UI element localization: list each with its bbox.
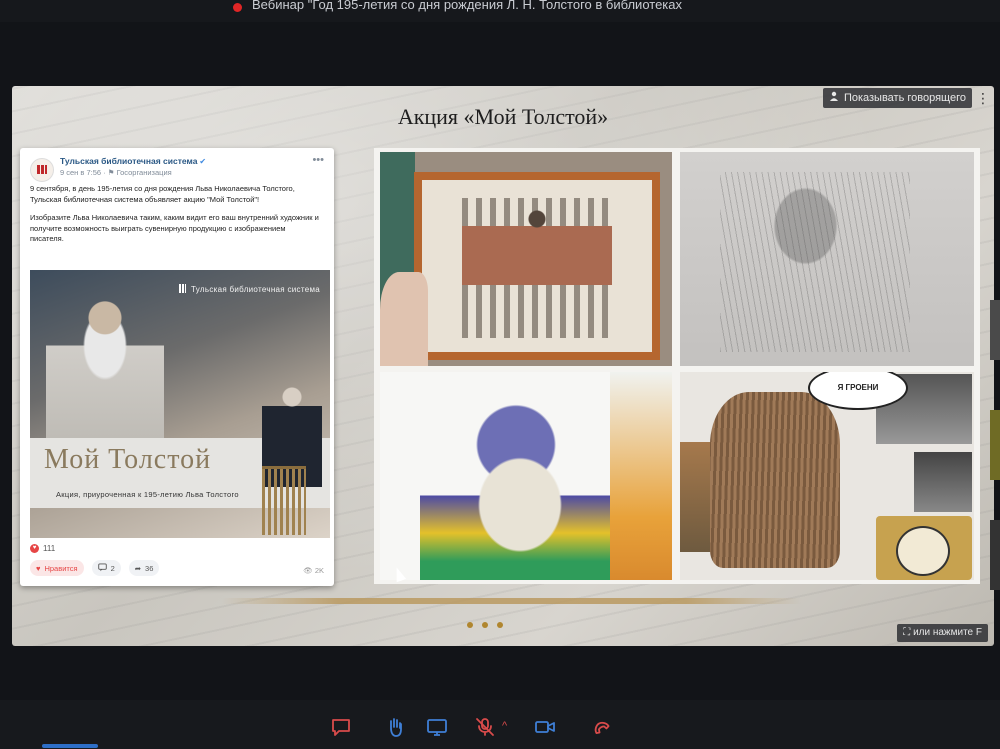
participant-thumbnail[interactable] — [990, 410, 1000, 480]
fullscreen-hint-label: или нажмите F — [913, 627, 982, 638]
image-title: Мой Толстой — [44, 444, 212, 475]
more-options-icon[interactable]: ⋮ — [976, 88, 990, 108]
picture-frame — [414, 172, 660, 360]
participant-thumbnail[interactable] — [990, 520, 1000, 590]
post-paragraph: 9 сентября, в день 195-летия со дня рожд… — [30, 184, 295, 204]
views-count: 👁 2K — [303, 566, 324, 575]
call-controls-bar: ^ — [0, 700, 1000, 749]
post-menu-icon[interactable]: ••• — [312, 154, 324, 166]
fullscreen-icon: ⛶ — [903, 627, 914, 638]
share-icon: ➦ — [134, 563, 142, 573]
slide-pager — [467, 622, 503, 628]
comments-count: 2 — [110, 563, 115, 573]
post-actions: ♥ Нравится 2 ➦ 36 — [30, 560, 160, 576]
person-icon — [829, 88, 839, 108]
wicker-chair — [262, 466, 306, 535]
screen-share-icon[interactable] — [426, 716, 448, 738]
framed-photo — [914, 452, 972, 512]
pager-dot[interactable] — [482, 622, 488, 628]
artwork-gallery: Я ГРОЕНИ — [374, 148, 980, 584]
post-author-name: Тульская библиотечная система — [60, 156, 198, 166]
like-label: Нравится — [44, 563, 78, 573]
eye-icon: 👁 — [303, 566, 315, 575]
comment-button[interactable]: 2 — [91, 560, 121, 576]
views-count-value: 2K — [314, 566, 324, 575]
pager-dot[interactable] — [497, 622, 503, 628]
heart-icon: ♥ — [36, 563, 41, 573]
like-button[interactable]: ♥ Нравится — [30, 560, 84, 576]
decorative-divider — [222, 598, 802, 604]
flag-icon: · ⚑ — [103, 168, 117, 177]
recording-indicator-icon — [233, 3, 242, 12]
camera-icon[interactable] — [534, 716, 556, 738]
leave-call-icon[interactable] — [590, 716, 612, 738]
post-meta: 9 сен в 7:56 · ⚑ Госорганизация — [60, 168, 172, 177]
comment-icon — [97, 562, 107, 574]
reactions-count: 111 — [43, 544, 56, 553]
social-post-card: Тульская библиотечная система ✔ 9 сен в 7… — [20, 148, 334, 586]
post-text: 9 сентября, в день 195-летия со дня рожд… — [30, 184, 320, 253]
post-author[interactable]: Тульская библиотечная система ✔ — [60, 156, 206, 166]
hand-shape — [380, 272, 428, 366]
webinar-title: Вебинар "Год 195-летия со дня рождения Л… — [252, 0, 683, 12]
gallery-photo-embroidery[interactable] — [380, 152, 672, 366]
post-paragraph: Изобразите Льва Николаевича таким, каким… — [30, 213, 319, 243]
raise-hand-icon[interactable] — [384, 716, 406, 738]
table-clock — [876, 516, 972, 580]
image-brand-label: Тульская библиотечная система — [179, 284, 320, 294]
show-speaker-button[interactable]: Показывать говорящего — [822, 88, 972, 108]
chat-icon[interactable] — [330, 716, 352, 738]
presentation-slide: Акция «Мой Толстой» Показывать говорящег… — [12, 86, 994, 646]
webinar-header: Вебинар "Год 195-летия со дня рождения Л… — [0, 0, 1000, 22]
reactions-summary[interactable]: ♥ 111 — [30, 544, 55, 553]
gallery-photo-collage[interactable]: Я ГРОЕНИ — [680, 372, 974, 580]
active-tab-indicator — [42, 744, 98, 748]
post-date: 9 сен в 7:56 — [60, 168, 102, 177]
beard-collage — [710, 392, 840, 568]
shares-count: 36 — [145, 563, 154, 573]
gallery-photo-plasticine[interactable] — [380, 372, 672, 580]
pager-dot[interactable] — [467, 622, 473, 628]
image-subtitle: Акция, приуроченная к 195-летию Льва Тол… — [56, 490, 239, 499]
gallery-photo-pencil-sketch[interactable] — [680, 152, 974, 366]
show-speaker-label: Показывать говорящего — [843, 92, 966, 104]
post-meta-tag: Госорганизация — [116, 168, 172, 177]
verified-icon: ✔ — [199, 157, 207, 166]
participant-thumbnail[interactable] — [990, 300, 1000, 360]
portrait-figure — [46, 284, 164, 438]
share-button[interactable]: ➦ 36 — [128, 560, 160, 576]
avatar[interactable] — [30, 158, 54, 182]
mic-muted-icon[interactable] — [474, 716, 496, 738]
heart-icon: ♥ — [30, 544, 39, 553]
chevron-up-icon[interactable]: ^ — [502, 720, 507, 732]
post-image[interactable]: Тульская библиотечная система Мой Толсто… — [30, 270, 330, 538]
fullscreen-hint[interactable]: ⛶ или нажмите F — [897, 624, 988, 642]
